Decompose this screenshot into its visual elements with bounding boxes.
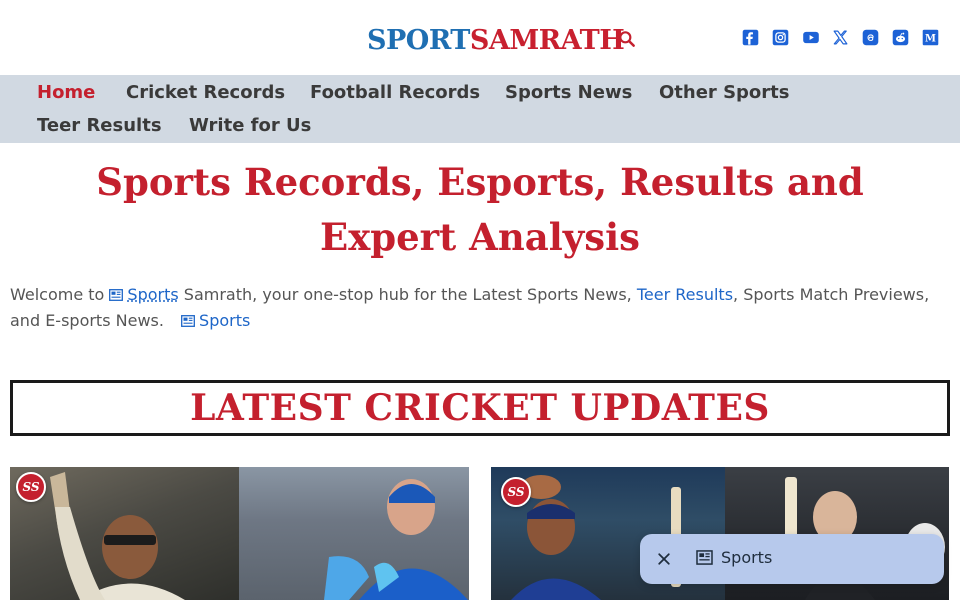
close-icon[interactable] [654, 549, 674, 569]
nav-item-teer-results[interactable]: Teer Results [37, 117, 162, 135]
x-icon[interactable] [832, 29, 849, 46]
intro-text-2: Samrath, your one-stop hub for the Lates… [178, 285, 637, 304]
intro-link-sports-label: Sports [127, 285, 179, 304]
site-header: SPORT SAMRATH M [0, 0, 960, 75]
logo-part-samrath: SAMRATH [469, 25, 625, 56]
intro-link-teer-results[interactable]: Teer Results [637, 285, 733, 304]
logo-part-sport: SPORT [367, 25, 470, 56]
page-title: Sports Records, Esports, Results and Exp… [96, 160, 864, 259]
nav-item-write-for-us[interactable]: Write for Us [189, 117, 311, 135]
intro-paragraph: Welcome to Sports Samrath, your one-stop… [10, 282, 940, 334]
player-photo [324, 479, 468, 600]
main-nav: Home Cricket Records Football Records Sp… [0, 75, 960, 143]
newspaper-icon [109, 289, 124, 301]
facebook-icon[interactable] [742, 29, 759, 46]
nav-item-other-sports[interactable]: Other Sports [659, 84, 789, 102]
reddit-icon[interactable] [892, 29, 909, 46]
intro-link-sports-2[interactable]: Sports [181, 311, 250, 330]
site-logo[interactable]: SPORT SAMRATH [367, 20, 625, 56]
site-badge-icon: SS [16, 472, 46, 502]
nav-item-cricket-records[interactable]: Cricket Records [126, 84, 285, 102]
svg-text:M: M [925, 33, 936, 44]
popup-link-label: Sports [721, 548, 773, 567]
section-heading: LATEST CRICKET UPDATES [190, 387, 770, 429]
intro-link-sports-2-label: Sports [199, 311, 251, 330]
newspaper-icon [696, 550, 713, 565]
nav-item-home[interactable]: Home [37, 84, 95, 102]
section-heading-box: LATEST CRICKET UPDATES [10, 380, 950, 436]
popup-sports-link[interactable]: Sports [696, 548, 772, 567]
nav-item-sports-news[interactable]: Sports News [505, 84, 632, 102]
instagram-icon[interactable] [772, 29, 789, 46]
article-image-right [239, 467, 469, 600]
related-link-popup: Sports [640, 534, 944, 584]
intro-link-sports[interactable]: Sports [109, 285, 179, 304]
threads-icon[interactable] [862, 29, 879, 46]
youtube-icon[interactable] [802, 29, 820, 46]
search-icon[interactable] [617, 29, 637, 49]
intro-text-1: Welcome to [10, 285, 110, 304]
article-card-1[interactable]: SS [10, 467, 469, 600]
medium-icon[interactable]: M [922, 29, 939, 46]
newspaper-icon [181, 315, 195, 327]
nav-item-football-records[interactable]: Football Records [310, 84, 480, 102]
site-badge-icon: SS [501, 477, 531, 507]
